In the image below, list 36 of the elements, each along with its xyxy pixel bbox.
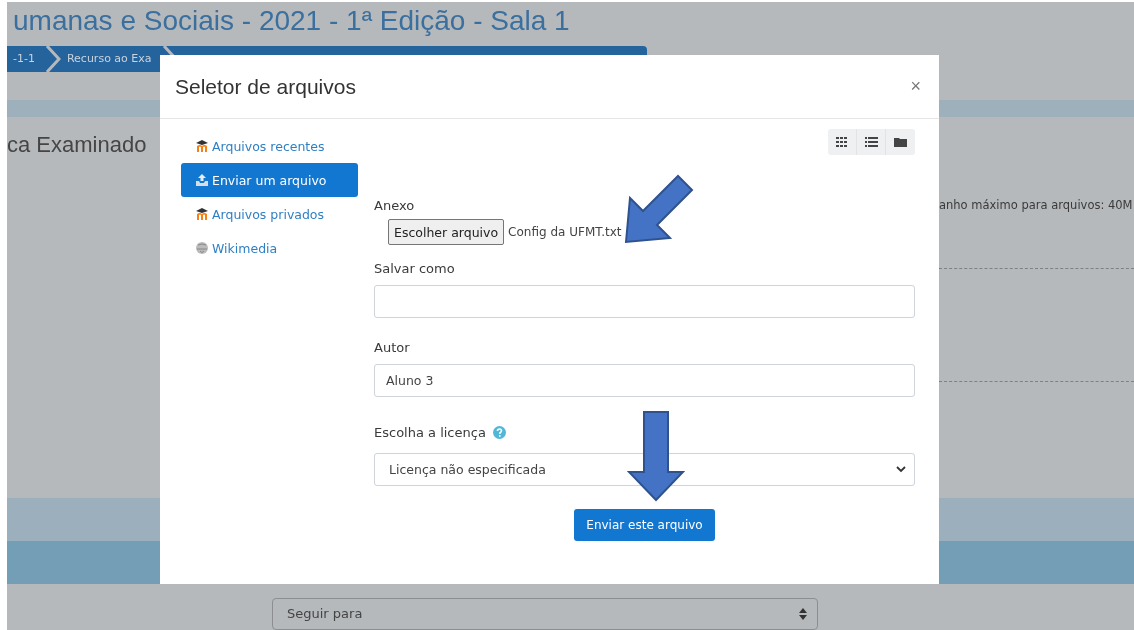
chevron-icon — [44, 45, 61, 72]
repository-item[interactable]: Enviar um arquivo — [181, 163, 358, 197]
close-button[interactable]: × — [906, 74, 925, 99]
save-as-field[interactable] — [374, 285, 915, 318]
help-icon — [492, 426, 506, 439]
license-select[interactable]: Licença não especificada — [374, 453, 915, 486]
field-label: Escolha a licença — [374, 425, 486, 440]
folder-icon — [894, 136, 907, 148]
sort-icon — [799, 608, 807, 620]
upload-button[interactable]: Enviar este arquivo — [574, 509, 715, 541]
author-field[interactable]: Aluno 3 — [374, 364, 915, 397]
breadcrumb-link[interactable]: Recurso ao Exa — [60, 52, 162, 66]
repository-item[interactable]: Wikimedia — [181, 231, 358, 265]
mortarboard-icon — [195, 139, 209, 153]
section-heading: ca Examinado — [7, 132, 147, 160]
jump-select[interactable]: Seguir para — [272, 598, 818, 630]
field-label: Anexo — [374, 198, 416, 213]
field-label: Autor — [374, 340, 411, 355]
choose-file-button[interactable]: Escolher arquivo — [388, 219, 505, 245]
grid-icon — [835, 136, 849, 148]
mortarboard-icon — [195, 207, 209, 221]
breadcrumb-link[interactable]: -1-1 — [7, 52, 45, 66]
view-button[interactable] — [857, 129, 886, 155]
file-name: Config da UFMT.txt — [508, 225, 622, 239]
view-button[interactable] — [886, 129, 915, 155]
list-icon — [864, 136, 878, 148]
repository-item[interactable]: Arquivos recentes — [181, 129, 358, 163]
globe-icon — [195, 241, 209, 255]
caret-icon — [896, 466, 906, 473]
repository-item[interactable]: Arquivos privados — [181, 197, 358, 231]
upload-icon — [195, 173, 209, 187]
max-size-note: anho máximo para arquivos: 40M — [939, 198, 1134, 213]
field-label: Salvar como — [374, 261, 456, 276]
view-button[interactable] — [828, 129, 857, 155]
course-title: umanas e Sociais - 2021 - 1ª Edição - Sala 1 — [12, 4, 571, 38]
dialog-title: Seletor de arquivos — [175, 74, 356, 99]
